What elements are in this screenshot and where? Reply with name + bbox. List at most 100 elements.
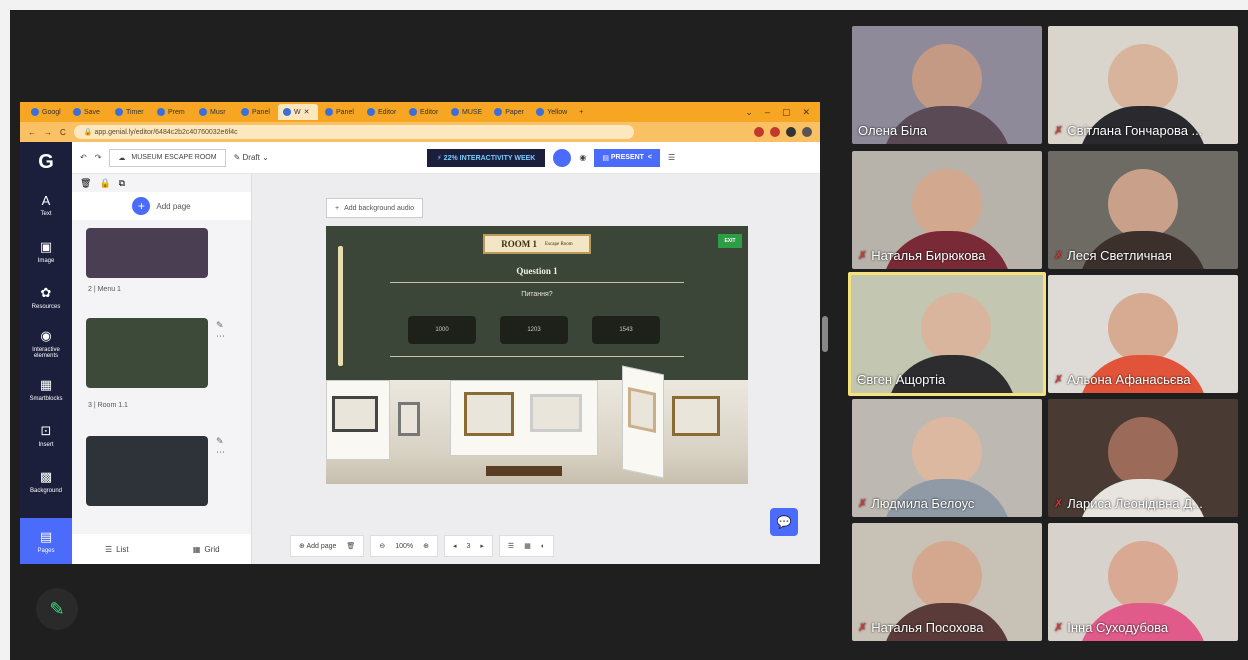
favicon-icon [199, 108, 207, 116]
participant-tile[interactable]: ✗ Людмила Белоус [852, 399, 1042, 517]
participant-tile[interactable]: ✗ Інна Суходубова [1048, 523, 1238, 641]
answer-button[interactable]: 1203 [500, 316, 568, 344]
next-page-icon[interactable]: ▸ [480, 542, 484, 550]
browser-tab[interactable]: Yellow [531, 104, 572, 120]
annotate-pen-icon[interactable]: ✎ [36, 588, 78, 630]
add-background-audio-button[interactable]: + Add background audio [326, 198, 424, 218]
page-options-icon[interactable]: ✎ ⋯ [216, 436, 225, 458]
toolbar-smartblocks[interactable]: ▦ Smartblocks [20, 366, 72, 412]
browser-tab[interactable]: MUSE [446, 104, 487, 120]
profile-avatar-icon[interactable] [802, 127, 812, 137]
toolbar-text[interactable]: A Text [20, 182, 72, 228]
muted-mic-icon: ✗ [1054, 250, 1064, 262]
draft-status[interactable]: ✎ Draft ⌄ [234, 153, 269, 162]
participant-tile[interactable]: ✗ Альона Афанасьєва [1048, 275, 1238, 393]
menu-icon[interactable]: ☰ [668, 153, 675, 162]
url-field[interactable]: 🔒 app.genial.ly/editor/6484c2b2c40760032… [73, 125, 634, 139]
page-thumbnail[interactable] [86, 436, 208, 506]
browser-tab[interactable]: Musr [194, 104, 234, 120]
grid-view-icon[interactable]: ▦ [524, 542, 531, 550]
answer-button[interactable]: 1543 [592, 316, 660, 344]
answer-button[interactable]: 1000 [408, 316, 476, 344]
divider [390, 356, 684, 357]
page-options-icon[interactable]: ✎ ⋯ [216, 320, 225, 342]
split-resize-handle[interactable] [822, 316, 828, 352]
toolbar-resources[interactable]: ✿ Resources [20, 274, 72, 320]
slide-preview[interactable]: ROOM 1 Escape Room EXIT Question 1 Питанн… [326, 226, 748, 484]
promo-banner[interactable]: ⚡ 22% INTERACTIVITY WEEK [426, 148, 546, 167]
browser-tab[interactable]: Panel [320, 104, 360, 120]
trash-icon[interactable]: 🗑 [80, 178, 91, 189]
tab-search-icon[interactable]: ⌄ [745, 107, 753, 118]
favicon-icon [73, 108, 81, 116]
exit-sign[interactable]: EXIT [718, 234, 742, 248]
toolbar-insert[interactable]: ⊡ Insert [20, 412, 72, 458]
palette-icon[interactable]: ◐ [541, 543, 545, 550]
page-nav: ◂ 3 ▸ [443, 535, 493, 557]
participant-tile[interactable]: ✗ Леся Светличная [1048, 151, 1238, 269]
minimize-icon[interactable]: – [765, 107, 770, 118]
toolbar-background[interactable]: ▩ Background [20, 458, 72, 504]
duplicate-icon[interactable]: ⧉ [119, 178, 125, 189]
page-number: 3 [466, 542, 471, 550]
close-icon[interactable]: ✕ [802, 107, 810, 118]
browser-tab[interactable]: Paper [489, 104, 529, 120]
forward-icon[interactable]: → [44, 128, 52, 137]
participant-tile[interactable]: ✗ Наталья Посохова [852, 523, 1042, 641]
back-icon[interactable]: ← [28, 128, 36, 137]
participant-video [1108, 169, 1178, 239]
browser-tab[interactable]: Editor [362, 104, 402, 120]
pages-tools: 🗑 🔒 ⧉ [72, 174, 251, 192]
participant-video [1108, 417, 1178, 487]
preview-eye-icon[interactable]: ◉ [579, 153, 586, 162]
question-text: Питання? [521, 291, 553, 298]
browser-tab[interactable]: Timer [110, 104, 150, 120]
redo-icon[interactable]: ↷ [95, 153, 102, 162]
answer-options: 1000 1203 1543 [408, 316, 660, 344]
browser-tab[interactable]: Googl [26, 104, 66, 120]
present-button[interactable]: ▤ PRESENT < [594, 148, 660, 167]
browser-tab[interactable]: Save [68, 104, 108, 120]
genially-logo-icon[interactable]: G [20, 142, 72, 182]
page-thumbnail-label: 2 | Menu 1 [88, 286, 121, 293]
background-icon: ▩ [39, 468, 53, 484]
participant-tile[interactable]: Олена Біла [852, 26, 1042, 144]
extension-icon[interactable] [754, 127, 764, 137]
participant-tile-active-speaker[interactable]: Євген Ащортіа [848, 272, 1046, 396]
toolbar-pages[interactable]: ▤ Pages [20, 518, 72, 564]
maximize-icon[interactable]: ▢ [782, 107, 791, 118]
add-page-button[interactable]: + Add page [72, 192, 251, 220]
browser-tab[interactable]: Panel [236, 104, 276, 120]
layers-icon[interactable]: ☰ [508, 542, 514, 550]
page-thumbnail-selected[interactable] [86, 318, 208, 388]
zoom-level: 100% [395, 542, 414, 550]
chat-icon[interactable]: 💬 [770, 508, 798, 536]
participant-tile[interactable]: ✗ Лариса Леонідівна Д... [1048, 399, 1238, 517]
add-page-small-button[interactable]: ⊕ Add page [299, 542, 336, 550]
project-title-field[interactable]: ☁ MUSEUM ESCAPE ROOM [109, 148, 226, 167]
picture-frame [464, 392, 514, 436]
participant-video [912, 44, 982, 114]
undo-icon[interactable]: ↶ [80, 153, 87, 162]
toolbar-image[interactable]: ▣ Image [20, 228, 72, 274]
extension-icon[interactable] [770, 127, 780, 137]
tab-list[interactable]: ☰ List [72, 534, 162, 564]
zoom-in-icon[interactable]: ⊕ [423, 542, 429, 550]
trash-icon[interactable]: 🗑 [346, 542, 355, 550]
new-tab-button[interactable]: + [574, 104, 614, 120]
browser-tab-active[interactable]: W ✕ [278, 104, 318, 120]
zoom-out-icon[interactable]: ⊖ [379, 542, 385, 550]
extension-icon[interactable] [786, 127, 796, 137]
page-thumbnail[interactable] [86, 228, 208, 278]
reload-icon[interactable]: C [60, 128, 66, 137]
participant-name: Євген Ащортіа [857, 372, 946, 387]
tab-grid[interactable]: ▦ Grid [162, 534, 252, 564]
browser-tab[interactable]: Prem [152, 104, 192, 120]
prev-page-icon[interactable]: ◂ [453, 542, 457, 550]
user-avatar[interactable] [553, 148, 572, 167]
participant-tile[interactable]: ✗ Світлана Гончарова ... [1048, 26, 1238, 144]
participant-tile[interactable]: ✗ Наталья Бирюкова [852, 151, 1042, 269]
toolbar-interactive[interactable]: ◉ Interactive elements [20, 320, 72, 366]
lock-icon[interactable]: 🔒 [99, 178, 110, 189]
browser-tab[interactable]: Editor [404, 104, 444, 120]
